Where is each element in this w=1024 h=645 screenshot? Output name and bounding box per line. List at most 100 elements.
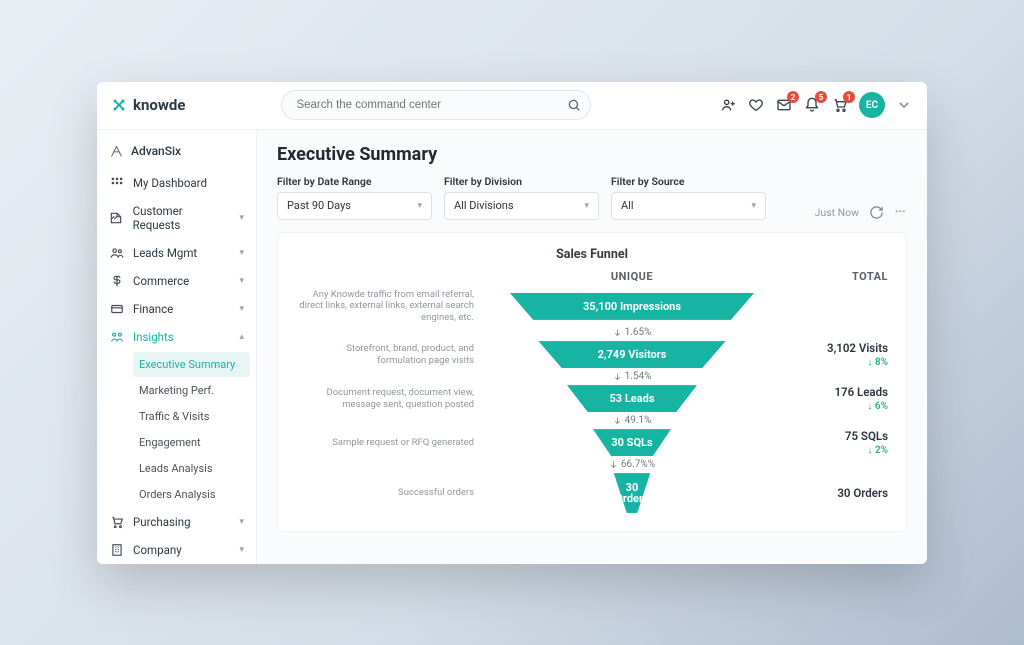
refresh-icon[interactable] xyxy=(869,205,884,220)
sidebar-item-purchasing[interactable]: Purchasing ▾ xyxy=(97,508,256,536)
heart-icon[interactable] xyxy=(747,96,765,114)
filter-date-select[interactable]: Past 90 Days ▾ xyxy=(277,192,432,220)
funnel-stage: Successful orders 30Orders 30 Orders xyxy=(296,473,888,513)
sidebar-item-label: Company xyxy=(133,543,182,557)
mail-badge: 2 xyxy=(787,91,799,103)
sidebar-item-label: Leads Mgmt xyxy=(133,246,197,260)
funnel-stage: Storefront, brand, product, and formulat… xyxy=(296,341,888,368)
filter-division-select[interactable]: All Divisions ▾ xyxy=(444,192,599,220)
funnel-segment: 2,749 Visitors xyxy=(502,341,762,368)
filters-bar: Filter by Date Range Past 90 Days ▾ Filt… xyxy=(277,175,907,220)
filter-source-value: All xyxy=(621,199,634,212)
conversion-rate: 49.1% xyxy=(486,412,778,429)
sidebar-item-finance[interactable]: Finance ▾ xyxy=(97,295,256,323)
stage-desc: Storefront, brand, product, and formulat… xyxy=(296,343,486,367)
cart-icon[interactable]: 1 xyxy=(831,96,849,114)
chevron-icon: ▾ xyxy=(239,545,244,555)
avatar-chevron-icon[interactable] xyxy=(895,96,913,114)
sidebar-sub-orders-analysis[interactable]: Orders Analysis xyxy=(133,482,250,507)
filter-division-label: Filter by Division xyxy=(444,175,599,188)
funnel-segment: 30 SQLs xyxy=(502,429,762,456)
inbox-icon xyxy=(109,211,124,225)
sidebar-item-label: Insights xyxy=(133,330,174,344)
stage-total: 176 Leads↓ 6% xyxy=(778,385,888,412)
chevron-icon: ▾ xyxy=(239,276,244,286)
chevron-down-icon: ▾ xyxy=(751,201,756,211)
funnel-segment: 53 Leads xyxy=(502,385,762,412)
chevron-icon: ▾ xyxy=(239,304,244,314)
org-switcher[interactable]: AdvanSix xyxy=(97,134,256,169)
stage-desc: Sample request or RFQ generated xyxy=(296,437,486,449)
chevron-icon: ▴ xyxy=(239,332,244,342)
app-window: knowde 2 5 1 xyxy=(97,82,927,564)
sidebar-sub-marketing-perf-[interactable]: Marketing Perf. xyxy=(133,378,250,403)
filter-date-label: Filter by Date Range xyxy=(277,175,432,188)
app-header: knowde 2 5 1 xyxy=(97,82,927,130)
brand-logo[interactable]: knowde xyxy=(111,96,185,114)
sidebar: AdvanSix My DashboardCustomer Requests▾L… xyxy=(97,130,257,564)
stage-desc: Any Knowde traffic from email referral, … xyxy=(296,289,486,325)
sidebar-sub-engagement[interactable]: Engagement xyxy=(133,430,250,455)
filter-source-select[interactable]: All ▾ xyxy=(611,192,766,220)
stage-delta: ↓ 6% xyxy=(778,401,888,412)
cart-icon xyxy=(109,515,124,529)
cart-badge: 1 xyxy=(843,91,855,103)
insights-icon xyxy=(109,330,124,344)
conversion-rate: 66.7%% xyxy=(486,456,778,473)
bell-badge: 5 xyxy=(815,91,827,103)
sidebar-sub-leads-analysis[interactable]: Leads Analysis xyxy=(133,456,250,481)
sidebar-sub-executive-summary[interactable]: Executive Summary xyxy=(133,352,250,377)
main-content: Executive Summary Filter by Date Range P… xyxy=(257,130,927,564)
funnel-segment: 35,100 Impressions xyxy=(502,293,762,320)
grid-icon xyxy=(109,176,124,190)
stage-delta: ↓ 2% xyxy=(778,445,888,456)
dollar-icon xyxy=(109,274,124,288)
stage-desc: Document request, document view, message… xyxy=(296,387,486,411)
brand-name: knowde xyxy=(133,96,185,114)
sidebar-item-my-dashboard[interactable]: My Dashboard xyxy=(97,169,256,197)
sidebar-item-commerce[interactable]: Commerce ▾ xyxy=(97,267,256,295)
sidebar-item-label: Customer Requests xyxy=(133,204,231,232)
sidebar-item-company[interactable]: Company ▾ xyxy=(97,536,256,564)
stage-total: 30 Orders xyxy=(778,486,888,500)
sidebar-item-label: Purchasing xyxy=(133,515,191,529)
chevron-down-icon: ▾ xyxy=(417,201,422,211)
chevron-icon: ▾ xyxy=(239,517,244,527)
conversion-rate: 1.54% xyxy=(486,368,778,385)
chevron-icon: ▾ xyxy=(239,213,244,223)
search-icon[interactable] xyxy=(567,97,581,116)
chevron-down-icon: ▾ xyxy=(584,201,589,211)
sidebar-item-leads-mgmt[interactable]: Leads Mgmt ▾ xyxy=(97,239,256,267)
more-menu-icon[interactable]: ⋮ xyxy=(894,206,907,218)
chevron-icon: ▾ xyxy=(239,248,244,258)
bell-icon[interactable]: 5 xyxy=(803,96,821,114)
sidebar-item-label: Commerce xyxy=(133,274,189,288)
sidebar-item-label: My Dashboard xyxy=(133,176,207,190)
last-updated: Just Now xyxy=(815,206,859,219)
funnel-stage: Sample request or RFQ generated 30 SQLs 75… xyxy=(296,429,888,456)
users-icon xyxy=(109,246,124,260)
search-input[interactable] xyxy=(281,90,591,120)
stage-total: 3,102 Visits↓ 8% xyxy=(778,341,888,368)
mail-icon[interactable]: 2 xyxy=(775,96,793,114)
stage-delta: ↓ 8% xyxy=(778,357,888,368)
sidebar-sub-traffic-visits[interactable]: Traffic & Visits xyxy=(133,404,250,429)
add-user-icon[interactable] xyxy=(719,96,737,114)
funnel-stage: Document request, document view, message… xyxy=(296,385,888,412)
stage-total: 75 SQLs↓ 2% xyxy=(778,429,888,456)
conversion-rate: 1.65% xyxy=(486,324,778,341)
header-actions: 2 5 1 EC xyxy=(719,92,913,118)
funnel-stage: Any Knowde traffic from email referral, … xyxy=(296,289,888,325)
sidebar-item-label: Finance xyxy=(133,302,173,316)
funnel-card: Sales Funnel UNIQUE TOTAL Any Knowde tra… xyxy=(277,232,907,533)
sidebar-item-insights[interactable]: Insights ▴ xyxy=(97,323,256,351)
org-name: AdvanSix xyxy=(131,144,181,158)
filter-division-value: All Divisions xyxy=(454,199,514,212)
avatar[interactable]: EC xyxy=(859,92,885,118)
stage-desc: Successful orders xyxy=(296,487,486,499)
card-icon xyxy=(109,302,124,316)
sidebar-item-customer-requests[interactable]: Customer Requests ▾ xyxy=(97,197,256,239)
org-icon xyxy=(109,144,124,159)
funnel-segment: 30Orders xyxy=(502,473,762,513)
building-icon xyxy=(109,543,124,557)
